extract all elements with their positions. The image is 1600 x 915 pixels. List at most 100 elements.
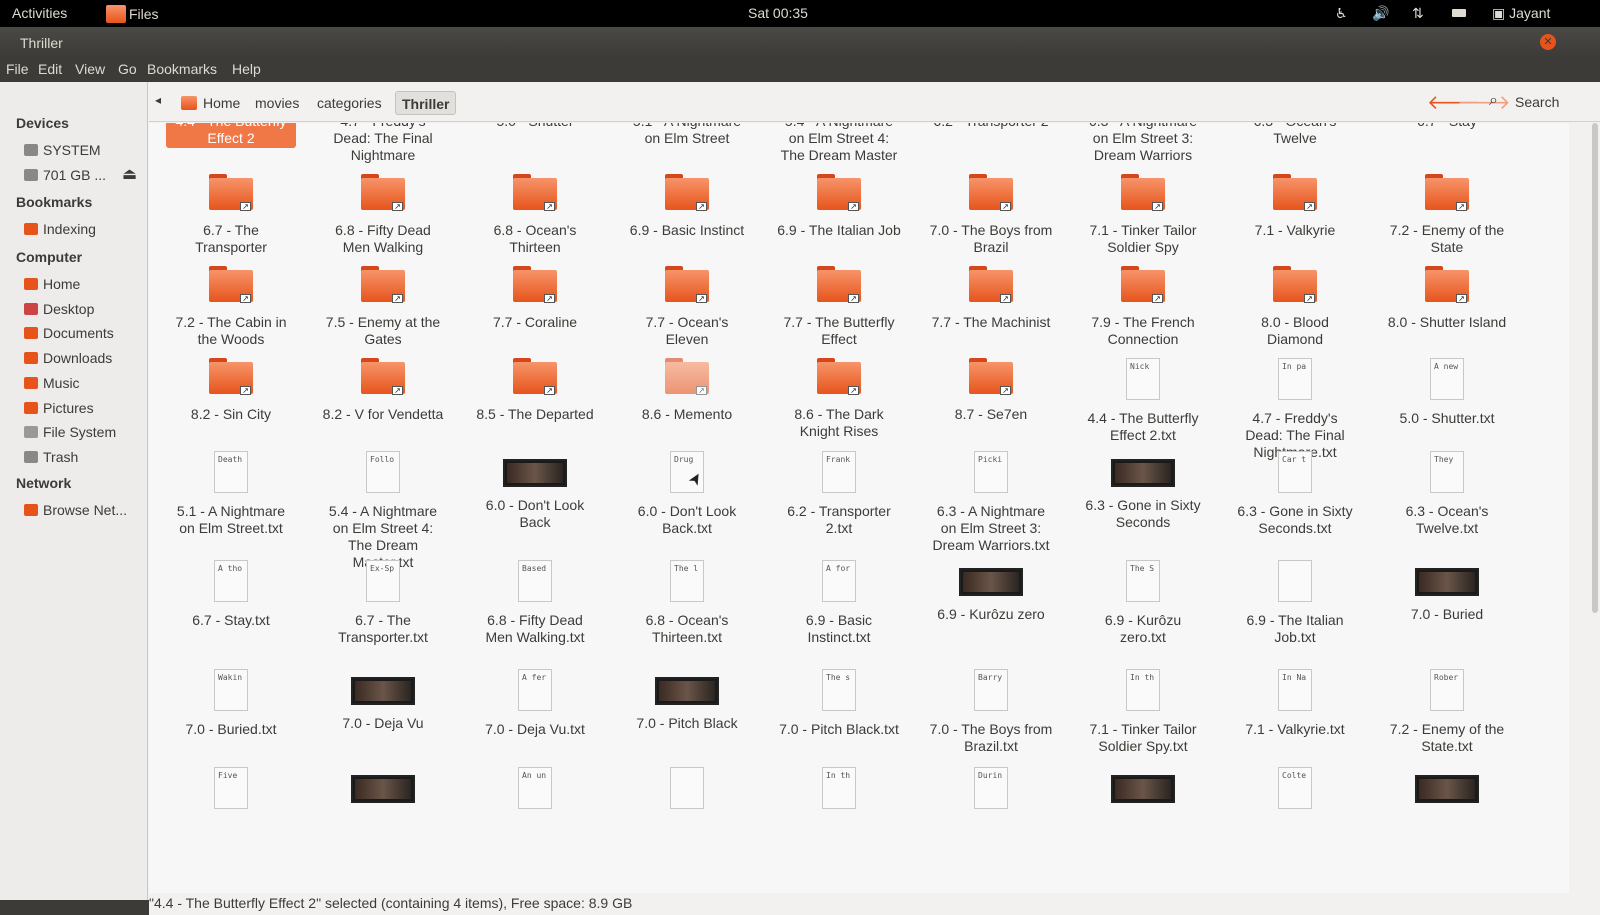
folder-item[interactable]: ↗ 7.7 - The Machinist	[926, 266, 1056, 332]
sidebar-item-indexing[interactable]: Indexing	[24, 221, 144, 241]
folder-item[interactable]: ↗5.1 - A Nightmare on Elm Street	[622, 123, 752, 148]
app-menu[interactable]: Files	[106, 5, 159, 23]
menu-edit[interactable]: Edit	[38, 61, 62, 77]
folder-item[interactable]: ↗ 7.1 - Tinker Tailor Soldier Spy	[1078, 174, 1208, 257]
accessibility-icon[interactable]: ♿	[1335, 5, 1348, 22]
text-file-item[interactable]: Rober 7.2 - Enemy of the State.txt	[1382, 669, 1512, 756]
folder-item[interactable]: ↗6.3 - Ocean's Twelve	[1230, 123, 1360, 148]
text-file-item[interactable]: An un	[470, 767, 600, 820]
text-file-item[interactable]: Based 6.8 - Fifty Dead Men Walking.txt	[470, 560, 600, 647]
folder-item[interactable]: ↗ 8.7 - Se7en	[926, 358, 1056, 424]
text-file-item[interactable]: Picki 6.3 - A Nightmare on Elm Street 3: …	[926, 451, 1056, 555]
folder-item[interactable]: ↗ 7.2 - Enemy of the State	[1382, 174, 1512, 257]
folder-item[interactable]: ↗ 8.2 - Sin City	[166, 358, 296, 424]
folder-item[interactable]: ↗ 7.7 - Ocean's Eleven	[622, 266, 752, 349]
text-file-item[interactable]: Ex-Sp 6.7 - The Transporter.txt	[318, 560, 448, 647]
folder-item[interactable]: ↗ 8.5 - The Departed	[470, 358, 600, 424]
text-file-item[interactable]: Colte	[1230, 767, 1360, 820]
text-file-item[interactable]: Follo 5.4 - A Nightmare on Elm Street 4: …	[318, 451, 448, 572]
user-menu[interactable]: ▣ Jayant	[1492, 5, 1550, 22]
folder-item[interactable]: ↗ 7.7 - The Butterfly Effect	[774, 266, 904, 349]
title-bar[interactable]: Thriller ✕	[0, 27, 1600, 57]
folder-item[interactable]: ↗5.4 - A Nightmare on Elm Street 4: The …	[774, 123, 904, 165]
breadcrumb-thriller[interactable]: Thriller	[395, 91, 457, 115]
sidebar-item-trash[interactable]: Trash	[24, 449, 144, 469]
sidebar-item-documents[interactable]: Documents	[24, 325, 144, 345]
file-view[interactable]: 4.4 - The Butterfly Effect 2 ↗4.7 - Fredd…	[149, 123, 1569, 895]
sidebar-item-desktop[interactable]: Desktop	[24, 301, 144, 321]
folder-item[interactable]: ↗6.2 - Transporter 2	[926, 123, 1056, 131]
forward-arrow-icon[interactable]: 🡒	[1457, 90, 1511, 115]
folder-item[interactable]: ↗6.7 - Stay	[1382, 123, 1512, 131]
close-icon[interactable]: ✕	[1540, 34, 1556, 50]
text-file-item[interactable]: In Na 7.1 - Valkyrie.txt	[1230, 669, 1360, 739]
video-item[interactable]: 6.0 - Don't Look Back	[470, 451, 600, 532]
text-file-item[interactable]: They 6.3 - Ocean's Twelve.txt	[1382, 451, 1512, 538]
folder-item[interactable]: ↗ 8.6 - Memento	[622, 358, 752, 424]
text-file-item[interactable]: 6.9 - The Italian Job.txt	[1230, 560, 1360, 647]
menu-view[interactable]: View	[75, 61, 105, 77]
text-file-item[interactable]: Five	[166, 767, 296, 820]
folder-item[interactable]: ↗ 7.2 - The Cabin in the Woods	[166, 266, 296, 349]
video-item[interactable]: 7.0 - Pitch Black	[622, 669, 752, 733]
text-file-item[interactable]: A new 5.0 - Shutter.txt	[1382, 358, 1512, 428]
sidebar-item-music[interactable]: Music	[24, 375, 144, 395]
menu-file[interactable]: File	[6, 61, 29, 77]
search-label[interactable]: Search	[1515, 94, 1559, 110]
text-file-item[interactable]: The s 7.0 - Pitch Black.txt	[774, 669, 904, 739]
breadcrumb-categories[interactable]: categories	[311, 91, 388, 115]
breadcrumb-scroll-left-icon[interactable]: ◂	[155, 93, 161, 107]
text-file-item[interactable]: Drug 6.0 - Don't Look Back.txt	[622, 451, 752, 538]
folder-item[interactable]: ↗ 8.2 - V for Vendetta	[318, 358, 448, 424]
folder-item[interactable]: ↗ 6.9 - The Italian Job	[774, 174, 904, 240]
text-file-item[interactable]: Nick 4.4 - The Butterfly Effect 2.txt	[1078, 358, 1208, 445]
video-item[interactable]	[1078, 767, 1208, 814]
sidebar-item-system[interactable]: SYSTEM	[24, 142, 144, 162]
text-file-item[interactable]: The l 6.8 - Ocean's Thirteen.txt	[622, 560, 752, 647]
folder-item[interactable]: ↗ 6.8 - Ocean's Thirteen	[470, 174, 600, 257]
text-file-item[interactable]: Frank 6.2 - Transporter 2.txt	[774, 451, 904, 538]
folder-item[interactable]: ↗ 8.6 - The Dark Knight Rises	[774, 358, 904, 441]
volume-icon[interactable]: 🔊	[1372, 5, 1389, 22]
folder-item[interactable]: ↗ 7.1 - Valkyrie	[1230, 174, 1360, 240]
text-file-item[interactable]: In th	[774, 767, 904, 820]
folder-item[interactable]: ↗ 6.8 - Fifty Dead Men Walking	[318, 174, 448, 257]
text-file-item[interactable]: Durin	[926, 767, 1056, 820]
sidebar-item-home[interactable]: Home	[24, 276, 144, 296]
text-file-item[interactable]: The S 6.9 - Kurôzu zero.txt	[1078, 560, 1208, 647]
folder-item[interactable]: ↗ 8.0 - Blood Diamond	[1230, 266, 1360, 349]
scrollbar[interactable]	[1592, 123, 1598, 613]
search-icon[interactable]: ⌕	[1489, 92, 1498, 110]
folder-item[interactable]: ↗ 7.7 - Coraline	[470, 266, 600, 332]
menu-help[interactable]: Help	[232, 61, 261, 77]
video-item[interactable]	[1382, 767, 1512, 814]
activities-button[interactable]: Activities	[12, 5, 67, 21]
text-file-item[interactable]	[622, 767, 752, 820]
folder-item[interactable]: ↗ 6.9 - Basic Instinct	[622, 174, 752, 240]
text-file-item[interactable]: Barry 7.0 - The Boys from Brazil.txt	[926, 669, 1056, 756]
video-item[interactable]: 7.0 - Deja Vu	[318, 669, 448, 733]
breadcrumb-movies[interactable]: movies	[249, 91, 305, 115]
sidebar-item-file-system[interactable]: File System	[24, 424, 144, 444]
video-item[interactable]: 6.3 - Gone in Sixty Seconds	[1078, 451, 1208, 532]
text-file-item[interactable]: In pa4.7 - Freddy's Dead: The Final Nigh…	[1230, 358, 1360, 462]
sidebar-item-pictures[interactable]: Pictures	[24, 400, 144, 420]
text-file-item[interactable]: Car t 6.3 - Gone in Sixty Seconds.txt	[1230, 451, 1360, 538]
menu-go[interactable]: Go	[118, 61, 137, 77]
folder-item[interactable]: ↗6.3 - A Nightmare on Elm Street 3: Drea…	[1078, 123, 1208, 165]
clock[interactable]: Sat 00:35	[748, 5, 808, 21]
folder-item[interactable]: ↗ 7.0 - The Boys from Brazil	[926, 174, 1056, 257]
text-file-item[interactable]: A for 6.9 - Basic Instinct.txt	[774, 560, 904, 647]
text-file-item[interactable]: Wakin 7.0 - Buried.txt	[166, 669, 296, 739]
text-file-item[interactable]: A tho 6.7 - Stay.txt	[166, 560, 296, 630]
text-file-item[interactable]: In th 7.1 - Tinker Tailor Soldier Spy.txt	[1078, 669, 1208, 756]
folder-item[interactable]: ↗4.7 - Freddy's Dead: The Final Nightmar…	[318, 123, 448, 165]
video-item[interactable]: 7.0 - Buried	[1382, 560, 1512, 624]
sidebar-item-browse-net[interactable]: Browse Net...	[24, 502, 144, 522]
network-icon[interactable]: ⇅	[1412, 5, 1424, 22]
folder-item[interactable]: ↗ 7.9 - The French Connection	[1078, 266, 1208, 349]
breadcrumb-home[interactable]: Home	[197, 91, 246, 115]
folder-item[interactable]: ↗5.0 - Shutter	[470, 123, 600, 131]
folder-item[interactable]: 4.4 - The Butterfly Effect 2	[166, 123, 296, 148]
video-item[interactable]: 6.9 - Kurôzu zero	[926, 560, 1056, 624]
